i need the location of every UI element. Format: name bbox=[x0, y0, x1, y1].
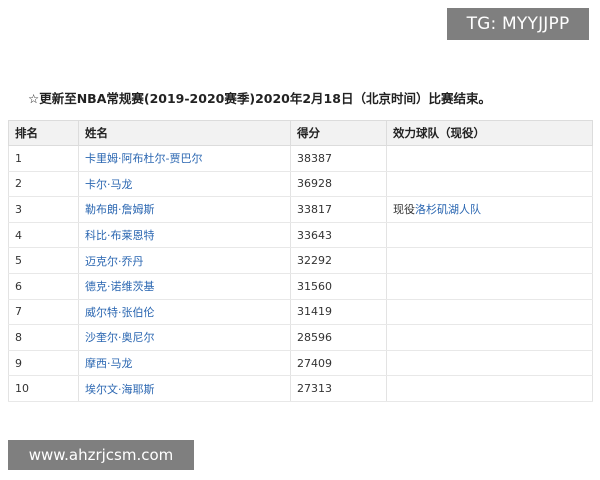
team-link[interactable]: 洛杉矶湖人队 bbox=[415, 203, 481, 216]
header-rank: 排名 bbox=[8, 120, 79, 146]
points-cell: 27409 bbox=[290, 350, 387, 377]
table-row: 10 埃尔文·海耶斯 27313 bbox=[8, 375, 593, 402]
rank-cell: 8 bbox=[8, 324, 79, 351]
table-row: 9 摩西·马龙 27409 bbox=[8, 350, 593, 377]
rank-cell: 4 bbox=[8, 222, 79, 249]
update-notice: ☆更新至NBA常规赛(2019-2020赛季)2020年2月18日（北京时间）比… bbox=[28, 91, 491, 106]
rank-cell: 10 bbox=[8, 375, 79, 402]
watermark-bottom: www.ahzrjcsm.com bbox=[8, 440, 194, 470]
table-header-row: 排名 姓名 得分 效力球队（现役） bbox=[8, 120, 593, 146]
points-cell: 32292 bbox=[290, 247, 387, 274]
table-row: 1 卡里姆·阿布杜尔-贾巴尔 38387 bbox=[8, 145, 593, 172]
table-row: 6 德克·诺维茨基 31560 bbox=[8, 273, 593, 300]
team-cell bbox=[386, 324, 593, 351]
table-row: 3 勒布朗·詹姆斯 33817 现役洛杉矶湖人队 bbox=[8, 196, 593, 223]
table-row: 7 威尔特·张伯伦 31419 bbox=[8, 299, 593, 326]
player-name-link[interactable]: 卡里姆·阿布杜尔-贾巴尔 bbox=[78, 145, 291, 172]
team-cell: 现役洛杉矶湖人队 bbox=[386, 196, 593, 223]
player-name-link[interactable]: 迈克尔·乔丹 bbox=[78, 247, 291, 274]
points-cell: 31560 bbox=[290, 273, 387, 300]
table-row: 5 迈克尔·乔丹 32292 bbox=[8, 247, 593, 274]
player-name-link[interactable]: 摩西·马龙 bbox=[78, 350, 291, 377]
points-cell: 33643 bbox=[290, 222, 387, 249]
player-name-link[interactable]: 勒布朗·詹姆斯 bbox=[78, 196, 291, 223]
team-cell bbox=[386, 222, 593, 249]
points-cell: 28596 bbox=[290, 324, 387, 351]
header-points: 得分 bbox=[290, 120, 387, 146]
team-cell bbox=[386, 350, 593, 377]
rank-cell: 3 bbox=[8, 196, 79, 223]
player-name-link[interactable]: 埃尔文·海耶斯 bbox=[78, 375, 291, 402]
team-cell bbox=[386, 145, 593, 172]
points-cell: 27313 bbox=[290, 375, 387, 402]
points-cell: 33817 bbox=[290, 196, 387, 223]
table-row: 8 沙奎尔·奥尼尔 28596 bbox=[8, 324, 593, 351]
rank-cell: 6 bbox=[8, 273, 79, 300]
player-name-link[interactable]: 科比·布莱恩特 bbox=[78, 222, 291, 249]
points-cell: 38387 bbox=[290, 145, 387, 172]
points-cell: 36928 bbox=[290, 171, 387, 198]
watermark-top: TG: MYYJJPP bbox=[447, 8, 589, 40]
rank-cell: 9 bbox=[8, 350, 79, 377]
header-name: 姓名 bbox=[78, 120, 291, 146]
rank-cell: 2 bbox=[8, 171, 79, 198]
header-team: 效力球队（现役） bbox=[386, 120, 593, 146]
team-cell bbox=[386, 375, 593, 402]
rank-cell: 5 bbox=[8, 247, 79, 274]
scoring-leaders-table: 排名 姓名 得分 效力球队（现役） 1 卡里姆·阿布杜尔-贾巴尔 38387 2… bbox=[8, 120, 593, 402]
team-cell bbox=[386, 247, 593, 274]
player-name-link[interactable]: 德克·诺维茨基 bbox=[78, 273, 291, 300]
player-name-link[interactable]: 沙奎尔·奥尼尔 bbox=[78, 324, 291, 351]
rank-cell: 7 bbox=[8, 299, 79, 326]
rank-cell: 1 bbox=[8, 145, 79, 172]
table-row: 2 卡尔·马龙 36928 bbox=[8, 171, 593, 198]
team-prefix: 现役 bbox=[393, 203, 415, 217]
team-cell bbox=[386, 171, 593, 198]
player-name-link[interactable]: 卡尔·马龙 bbox=[78, 171, 291, 198]
table-row: 4 科比·布莱恩特 33643 bbox=[8, 222, 593, 249]
player-name-link[interactable]: 威尔特·张伯伦 bbox=[78, 299, 291, 326]
team-cell bbox=[386, 299, 593, 326]
team-cell bbox=[386, 273, 593, 300]
points-cell: 31419 bbox=[290, 299, 387, 326]
page: TG: MYYJJPP ☆更新至NBA常规赛(2019-2020赛季)2020年… bbox=[0, 0, 600, 480]
